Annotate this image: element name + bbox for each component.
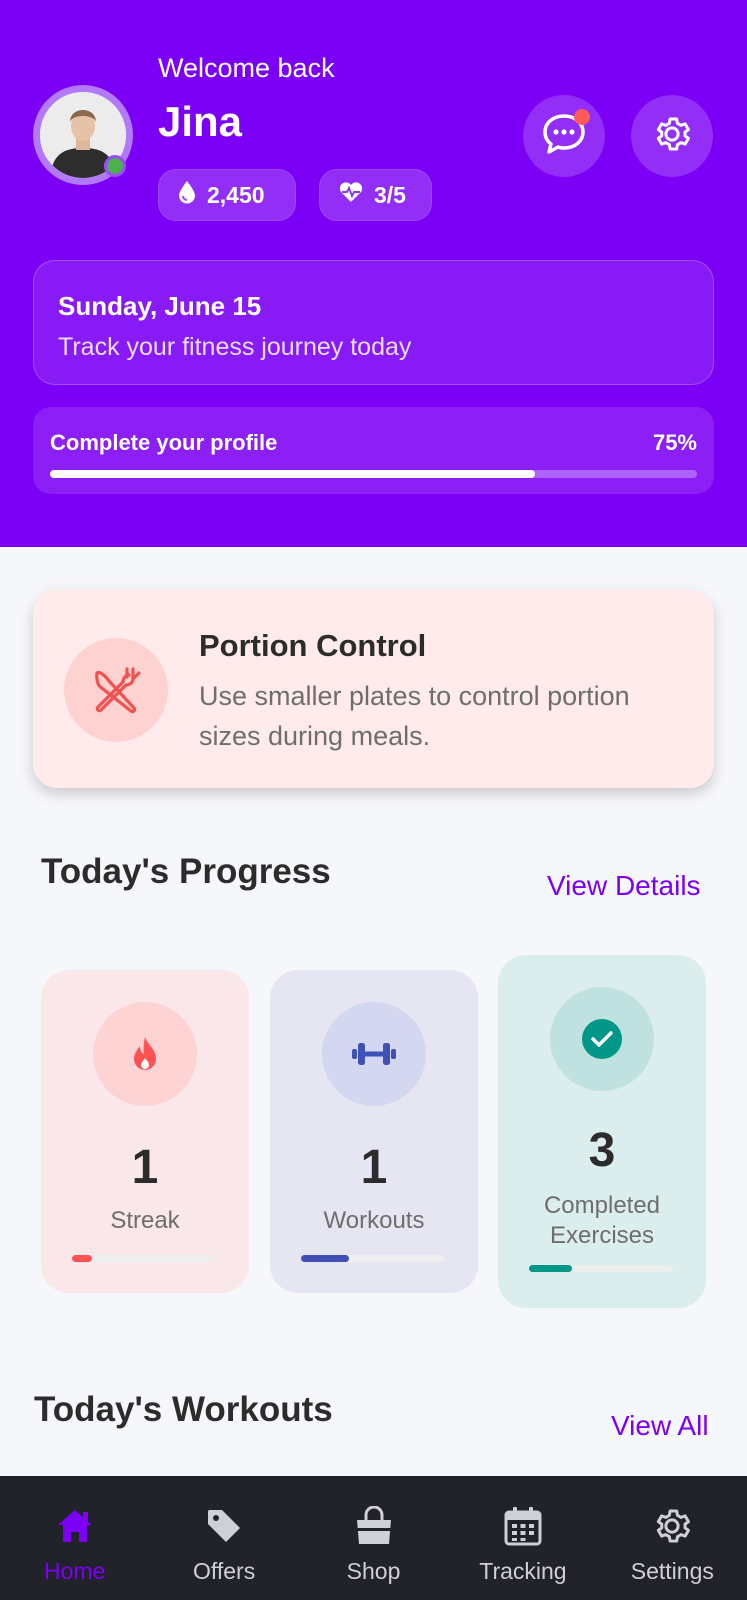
flame-icon [93,1002,197,1106]
nav-label-settings: Settings [630,1558,714,1584]
nav-label-shop: Shop [346,1558,401,1584]
calendar-icon [504,1506,542,1546]
streak-label: Streak [110,1207,180,1234]
shopping-bag-icon [353,1506,395,1546]
home-icon [56,1506,94,1546]
completed-exercises-label: Completed Exercises [543,1192,661,1249]
tip-card[interactable]: Portion Control Use smaller plates to co… [33,590,714,788]
health-value: 3/5 [374,181,406,208]
notification-dot [574,109,590,125]
workouts-progress-track [301,1255,445,1262]
profile-completion-percent: 75% [652,430,697,455]
tag-icon [205,1506,243,1546]
nav-label-offers: Offers [193,1558,256,1584]
completed-exercises-value: 3 [588,1124,616,1177]
completed-exercises-card[interactable]: 3 Completed Exercises [498,955,706,1308]
completed-exercises-progress-track [529,1265,673,1272]
heart-pulse-icon [338,181,364,209]
nav-item-offers[interactable]: Offers [149,1476,298,1600]
view-details-link[interactable]: View Details [547,870,701,902]
workouts-section-title: Today's Workouts [34,1390,333,1429]
workouts-card[interactable]: 1 Workouts [270,970,478,1293]
user-name: Jina [158,98,243,145]
gear-icon [651,113,693,160]
nav-label-home: Home [44,1558,106,1584]
streak-progress-fill [72,1255,93,1262]
gear-icon [651,1506,693,1546]
date-title: Sunday, June 15 [58,291,262,321]
streak-progress-track [72,1255,216,1262]
settings-button[interactable] [631,95,713,177]
check-circle-icon [550,987,654,1091]
date-card: Sunday, June 15 Track your fitness journ… [33,260,714,385]
profile-progress-fill [50,470,536,478]
online-status-dot [104,155,126,177]
health-pill[interactable]: 3/5 [319,169,432,221]
progress-section-title: Today's Progress [41,852,331,891]
view-all-link[interactable]: View All [611,1410,709,1442]
workouts-value: 1 [360,1141,388,1194]
utensils-crossed-icon [64,638,168,742]
nav-item-home[interactable]: Home [0,1476,149,1600]
nav-label-tracking: Tracking [479,1558,567,1584]
workouts-progress-fill [301,1255,349,1262]
header: Welcome back Jina 2,450 3/5 Sunday, June… [0,0,747,547]
date-subtitle: Track your fitness journey today [58,333,412,361]
chat-button[interactable] [523,95,605,177]
profile-completion-card[interactable]: Complete your profile 75% [33,407,714,494]
workouts-label: Workouts [323,1207,425,1234]
dumbbell-icon [322,1002,426,1106]
tip-title: Portion Control [199,628,427,663]
nav-item-shop[interactable]: Shop [299,1476,448,1600]
profile-completion-label: Complete your profile [50,430,278,455]
calories-pill[interactable]: 2,450 [158,169,296,221]
streak-value: 1 [131,1141,159,1194]
bottom-navigation: Home Offers Shop Tracking Settings [0,1476,747,1600]
completed-exercises-progress-fill [529,1265,573,1272]
nav-item-tracking[interactable]: Tracking [448,1476,597,1600]
calories-value: 2,450 [207,181,265,208]
profile-progress-track [50,470,697,478]
nav-item-settings[interactable]: Settings [598,1476,747,1600]
drop-icon [177,180,197,210]
welcome-text: Welcome back [158,53,335,83]
streak-card[interactable]: 1 Streak [41,970,249,1293]
tip-body: Use smaller plates to control portion si… [199,681,630,751]
